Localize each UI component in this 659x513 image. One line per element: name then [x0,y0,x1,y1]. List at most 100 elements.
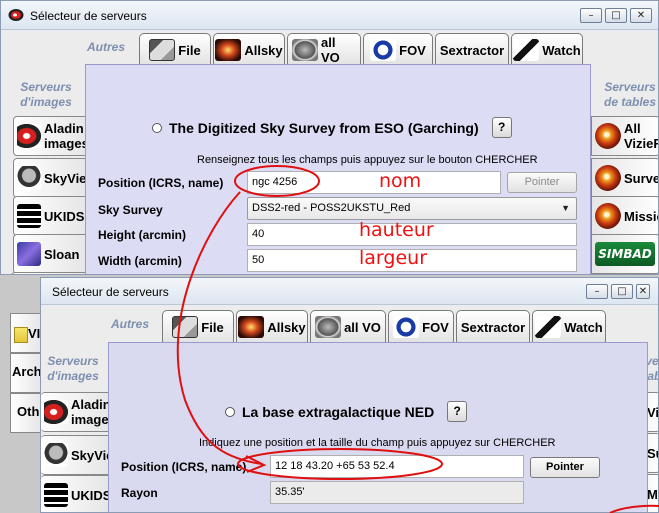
height-label: Height (arcmin) [98,228,187,242]
tab-label: Watch [542,42,581,58]
annotation-height: hauteur [359,219,434,241]
tab-allsky[interactable]: Allsky [236,310,308,343]
server-label: SkyView [44,170,87,186]
form-instructions: Indiquez une position et la taille du ch… [199,437,556,449]
aladin-icon [17,124,41,148]
tab-file[interactable]: File [162,310,234,343]
window-title: Sélecteur de serveurs [30,9,147,23]
server-label: SkyView [71,447,108,463]
sky-survey-select[interactable]: DSS2-red - POSS2UKSTU_Red ▼ [247,197,577,220]
tab-allsky[interactable]: Allsky [213,33,285,66]
radius-label: Rayon [121,486,158,500]
close-button[interactable]: ✕ [630,8,652,23]
vizier-icon [595,123,621,149]
server-radio[interactable] [225,406,235,417]
position-input[interactable]: 12 18 43.20 +65 53 52.4 [270,455,524,478]
allsky-galaxy-icon [215,39,242,61]
position-label: Position (ICRS, name) [121,460,247,474]
tab-fov[interactable]: FOV [388,310,454,343]
server-ukidss[interactable]: UKIDSS [41,475,109,512]
maximize-button[interactable]: □ [605,8,627,23]
tab-sextractor[interactable]: Sextractor [435,33,509,66]
minimize-button[interactable]: – [586,284,608,299]
tab-file[interactable]: File [139,33,211,66]
server-aladin-images[interactable]: Aladin images [41,392,109,432]
ukidss-icon [44,483,68,507]
tab-label: Sextractor [439,42,505,58]
hidden-server-button[interactable]: Oth [10,393,42,433]
sloan-icon [17,242,41,266]
server-label: Oth [17,404,40,419]
server-label: UKIDSS [71,487,108,503]
help-button[interactable]: ? [447,401,468,422]
aladin-icon [44,400,68,424]
server-selector-window-bottom: Sélecteur de serveurs – □ ✕ Autres File … [40,277,659,513]
tab-label: all VO [344,319,381,335]
allsky-galaxy-icon [238,316,265,338]
minimize-button[interactable]: – [580,8,602,23]
tab-sextractor[interactable]: Sextractor [456,310,530,343]
server-label: Aladin images [44,121,87,151]
vizier-icon [595,165,621,191]
vizier-icon [595,203,621,229]
radius-input[interactable]: 35.35' [270,481,524,504]
tab-label: FOV [422,319,449,335]
position-input[interactable]: ngc 4256 [247,171,501,194]
server-title: La base extragalactique NED [242,403,435,420]
tab-all-vo[interactable]: all VO [287,33,361,66]
server-form-panel: The Digitized Sky Survey from ESO (Garch… [85,64,591,274]
form-instructions: Renseignez tous les champs puis appuyez … [197,154,538,166]
window-title: Sélecteur de serveurs [52,285,169,299]
tab-fov[interactable]: FOV [363,33,433,66]
others-category-label: Autres [87,40,126,54]
help-button[interactable]: ? [491,117,512,138]
tab-label: Watch [564,319,603,335]
position-label: Position (ICRS, name) [98,176,224,190]
fov-ring-icon [370,39,397,61]
server-title-row: La base extragalactique NED ? [225,401,468,422]
aladin-app-icon [8,9,24,21]
hidden-server-button[interactable]: Arch [10,353,42,393]
server-skyview[interactable]: SkyView [13,158,87,198]
tab-label: Allsky [244,42,283,58]
server-missions[interactable]: Missions [591,196,658,236]
server-label: Surveys [624,170,659,186]
floppy-disk-icon [149,39,176,61]
annotation-name: nom [379,170,422,192]
server-skyview[interactable]: SkyView [41,435,109,475]
server-label: Arch [12,364,42,379]
server-label: All VizieR [624,121,659,151]
server-all-vizier[interactable]: All VizieR [591,116,659,156]
vo-sphere-icon [315,316,342,338]
skyview-icon [44,443,68,467]
hidden-server-button[interactable]: VI [10,313,42,353]
maximize-button[interactable]: □ [611,284,633,299]
close-button[interactable]: ✕ [636,284,650,299]
server-aladin-images[interactable]: Aladin images [13,116,87,156]
tab-label: Sextractor [460,319,526,335]
tool-tabs: File Allsky all VO FOV Sextractor Watch [162,310,606,343]
others-category-label: Autres [111,317,150,331]
server-radio[interactable] [152,122,162,133]
sky-survey-value: DSS2-red - POSS2UKSTU_Red [252,202,411,214]
server-form-panel: La base extragalactique NED ? Indiquez u… [108,342,648,512]
tab-label: File [178,42,201,58]
server-label: UKIDSS [44,208,86,224]
pointer-button[interactable]: Pointer [507,172,577,193]
annotation-width: largeur [359,247,428,269]
pointer-button[interactable]: Pointer [530,457,600,478]
server-simbad[interactable]: SIMBAD [591,234,658,274]
server-label: Sloan [44,246,80,262]
server-sloan[interactable]: Sloan [13,234,87,274]
vo-sphere-icon [292,39,318,61]
server-surveys[interactable]: Surveys [591,158,659,198]
tab-all-vo[interactable]: all VO [310,310,386,343]
tab-watch[interactable]: Watch [532,310,606,343]
server-title: The Digitized Sky Survey from ESO (Garch… [169,119,479,136]
server-label: Surve [647,445,658,461]
telescope-icon [535,316,562,338]
server-ukidss[interactable]: UKIDSS [13,196,87,236]
server-ds-folder[interactable]: DS [11,272,87,274]
tab-watch[interactable]: Watch [511,33,583,66]
tab-label: Allsky [267,319,306,335]
